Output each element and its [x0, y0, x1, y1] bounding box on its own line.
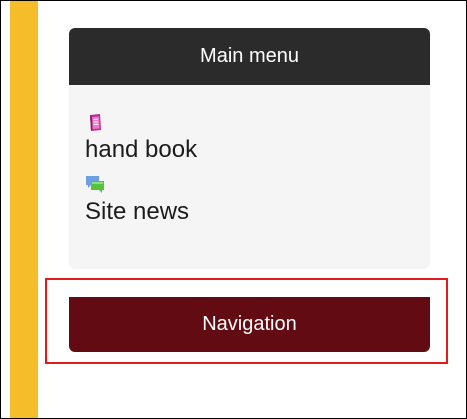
- menu-item-label: hand book: [85, 136, 198, 163]
- main-menu-header[interactable]: Main menu: [69, 28, 430, 85]
- menu-item-site-news[interactable]: Site news: [85, 174, 430, 226]
- yellow-accent-strip: [10, 1, 38, 418]
- screenshot-frame: Main menu hand book Site news Navigation: [0, 0, 467, 419]
- forum-icon: [86, 176, 104, 193]
- menu-item-label: Site news: [85, 198, 190, 225]
- menu-item-hand-book[interactable]: hand book: [85, 112, 430, 164]
- navigation-title: Navigation: [202, 313, 297, 335]
- main-menu-title: Main menu: [200, 45, 299, 67]
- navigation-block-header[interactable]: Navigation: [69, 297, 430, 352]
- main-menu-content: hand book Site news: [69, 85, 430, 269]
- main-menu-block: Main menu hand book Site news: [69, 28, 430, 269]
- book-icon: [90, 114, 101, 131]
